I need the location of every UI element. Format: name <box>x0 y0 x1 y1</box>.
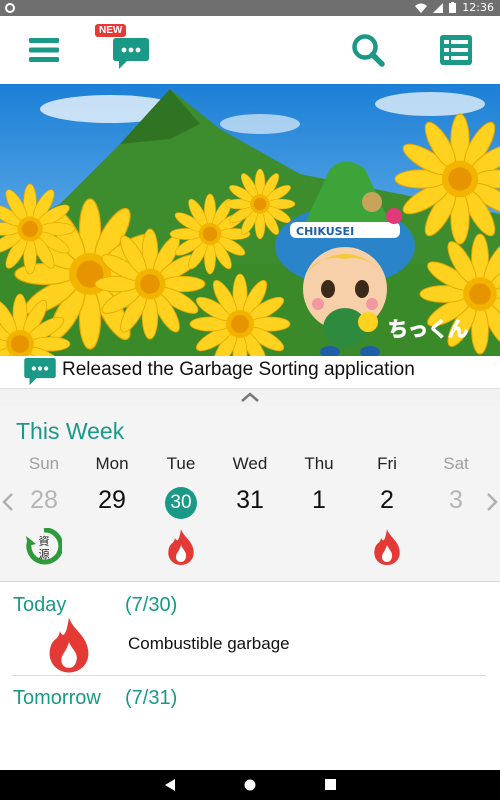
day-name-wed: Wed <box>232 454 268 473</box>
tue-garbage-type <box>147 528 215 566</box>
home-icon[interactable] <box>244 779 256 791</box>
collapse-handle[interactable] <box>0 388 500 406</box>
schedule-detail: Today (7/30) Combustible garbage Tomorro… <box>0 582 500 770</box>
today-garbage-type: Combustible garbage <box>128 634 290 653</box>
day-date-29[interactable]: 29 <box>78 486 146 515</box>
day-name-fri: Fri <box>377 454 397 473</box>
menu-button[interactable] <box>26 32 62 68</box>
chat-bubble-icon <box>113 38 149 69</box>
day-date-31[interactable]: 31 <box>216 486 284 515</box>
day-date-1[interactable]: 1 <box>285 486 353 515</box>
recycle-resources-icon: 資 源 <box>26 528 62 565</box>
day-date-28[interactable]: 28 <box>10 486 78 515</box>
recycle-label-top: 資 <box>39 535 50 548</box>
app-bar: NEW <box>0 16 500 84</box>
hamburger-menu-icon <box>29 38 59 62</box>
search-icon <box>352 34 385 67</box>
fire-icon <box>49 617 89 673</box>
announcement-banner[interactable]: Released the Garbage Sorting application <box>0 356 500 388</box>
today-garbage-icon <box>44 616 94 678</box>
fri-garbage-type <box>353 528 421 566</box>
day-name-mon: Mon <box>95 454 129 473</box>
hero-banner: CHIKUSEI ちっくん <box>0 84 500 356</box>
week-title: This Week <box>16 418 125 444</box>
tomorrow-date-label: (7/31) <box>125 687 178 709</box>
mascot-hat-label: CHIKUSEI <box>296 225 354 238</box>
day-date-2[interactable]: 2 <box>353 486 421 515</box>
fire-icon <box>374 529 400 565</box>
signal-icon <box>433 2 444 13</box>
chevron-up-icon <box>241 392 259 402</box>
back-icon[interactable] <box>164 779 176 791</box>
search-button[interactable] <box>350 32 386 68</box>
day-name-thu: Thu <box>304 454 334 473</box>
day-name-sun: Sun <box>28 454 60 473</box>
day-date-3[interactable]: 3 <box>422 486 490 515</box>
system-nav-bar <box>0 770 500 800</box>
announcement-text: Released the Garbage Sorting application <box>62 359 415 380</box>
chat-bubble-icon <box>24 358 56 386</box>
day-name-tue: Tue <box>166 454 196 473</box>
notification-dot-icon <box>5 3 15 13</box>
new-badge: NEW <box>95 24 127 37</box>
clock: 12:36 <box>462 1 494 14</box>
recents-icon[interactable] <box>325 779 336 790</box>
day-date-30-today[interactable]: 30 <box>147 486 215 519</box>
wifi-icon <box>415 3 428 13</box>
week-calendar: This Week Sun Mon Tue Wed Thu Fri Sat 28… <box>0 406 500 582</box>
sun-garbage-type: 資 源 <box>10 528 78 566</box>
status-bar: 12:36 <box>0 0 500 16</box>
divider <box>12 675 486 676</box>
news-button[interactable] <box>113 36 149 72</box>
today-label: Today <box>13 594 67 616</box>
status-icons: 12:36 <box>415 1 494 14</box>
day-name-sat: Sat <box>443 454 469 473</box>
today-date: 30 <box>165 487 197 519</box>
list-icon <box>440 35 472 65</box>
recycle-label-bottom: 源 <box>39 547 50 561</box>
battery-icon <box>449 2 457 13</box>
tomorrow-label: Tomorrow <box>13 687 101 709</box>
list-view-button[interactable] <box>438 32 474 68</box>
today-date-label: (7/30) <box>125 594 178 616</box>
sunflower-mascot-illustration: CHIKUSEI ちっくん <box>0 84 500 356</box>
fire-icon <box>168 529 194 565</box>
mascot-name: ちっくん <box>388 317 468 341</box>
